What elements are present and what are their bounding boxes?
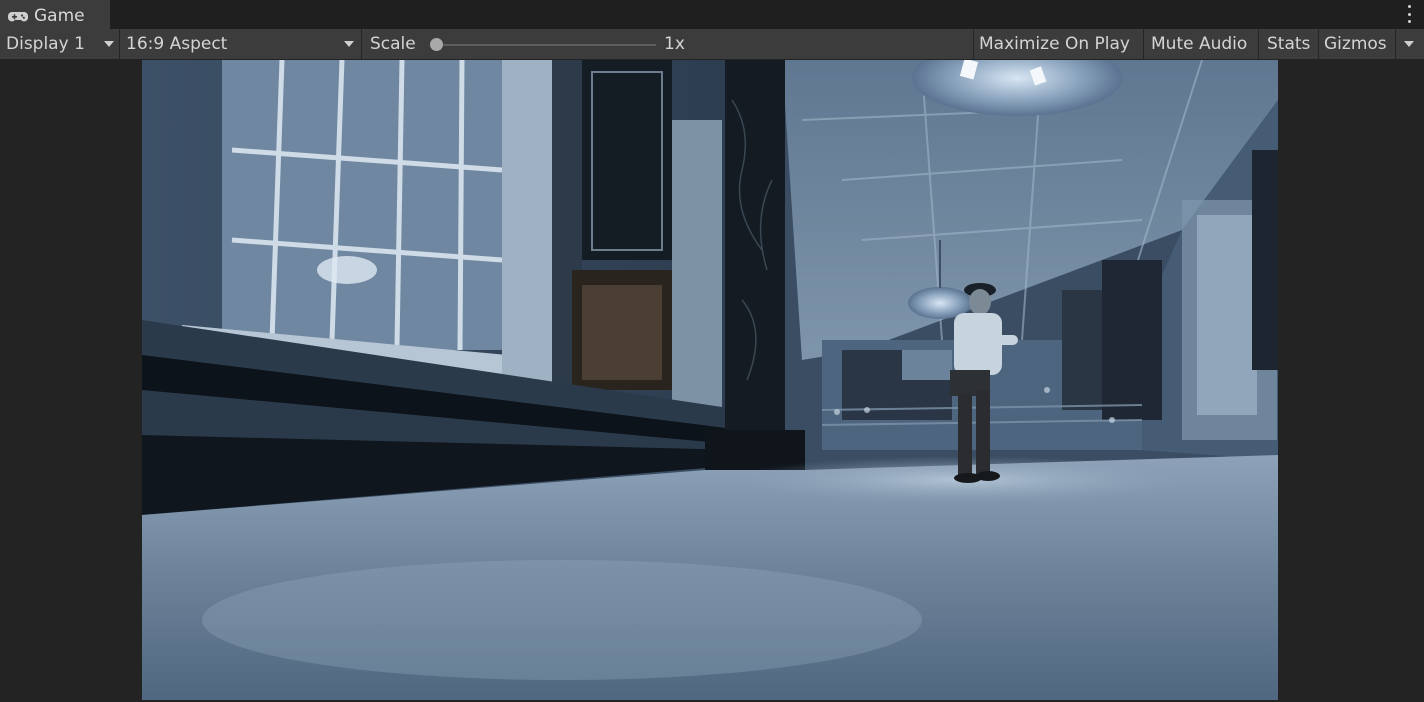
more-options-icon[interactable]	[1408, 5, 1412, 23]
scale-value: 1x	[664, 29, 685, 59]
gizmos-dropdown[interactable]	[1396, 29, 1424, 59]
gizmos-toggle[interactable]: Gizmos	[1324, 29, 1387, 59]
chevron-down-icon	[344, 41, 354, 47]
scale-label: Scale	[370, 29, 416, 59]
divider	[119, 29, 120, 59]
divider	[1258, 29, 1259, 59]
display-label: Display 1	[6, 34, 85, 54]
stats-toggle[interactable]: Stats	[1267, 29, 1310, 59]
divider	[1318, 29, 1319, 59]
divider	[361, 29, 362, 59]
stats-label: Stats	[1267, 34, 1311, 54]
divider	[1143, 29, 1144, 59]
tab-game[interactable]: Game	[0, 0, 110, 29]
maximize-on-play-toggle[interactable]: Maximize On Play	[979, 29, 1130, 59]
gizmos-label: Gizmos	[1324, 34, 1387, 54]
chevron-down-icon	[104, 41, 114, 47]
gamepad-icon	[8, 9, 28, 23]
scale-slider-track[interactable]	[436, 44, 656, 46]
tab-bar: Game	[0, 0, 1424, 29]
game-toolbar: Display 1 16:9 Aspect Scale 1x Maximize …	[0, 29, 1424, 60]
aspect-dropdown[interactable]: 16:9 Aspect	[126, 29, 358, 59]
mute-audio-toggle[interactable]: Mute Audio	[1151, 29, 1247, 59]
mute-audio-label: Mute Audio	[1151, 34, 1248, 54]
maximize-on-play-label: Maximize On Play	[979, 34, 1130, 54]
scale-value-text: 1x	[664, 34, 685, 54]
divider	[973, 29, 974, 59]
game-viewport[interactable]	[142, 60, 1278, 700]
chevron-down-icon	[1404, 41, 1414, 47]
tab-title: Game	[34, 5, 85, 26]
display-dropdown[interactable]: Display 1	[6, 29, 118, 59]
scene-render	[142, 60, 1278, 700]
game-window: Game Display 1 16:9 Aspect Scale 1x Maxi…	[0, 0, 1424, 702]
aspect-label: 16:9 Aspect	[126, 34, 228, 54]
scale-label-text: Scale	[370, 34, 416, 54]
scale-slider-handle[interactable]	[430, 38, 443, 51]
